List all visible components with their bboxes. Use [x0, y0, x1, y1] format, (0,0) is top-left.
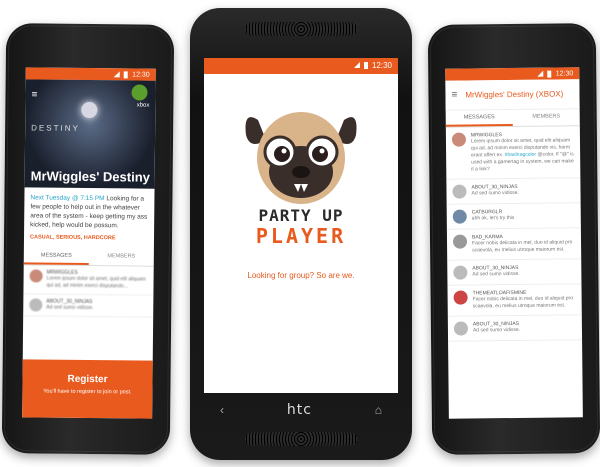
signal-icon [537, 70, 544, 77]
accent-strip [204, 72, 398, 74]
group-post: Next Tuesday @ 7:15 PM Looking for a few… [24, 187, 155, 249]
avatar [29, 269, 43, 283]
pug-logo-icon [245, 112, 357, 204]
right-phone: 12:30 ≡ MrWiggles' Destiny (XBOX) MESSAG… [427, 23, 600, 455]
left-phone: 12:30 ≡ xbox DESTINY MrWiggles' Destiny … [1, 23, 175, 455]
list-item: ABOUT_30_NINJAS Ad sed sumo vidisse. [447, 315, 583, 342]
message-text: Ad sed sumo vidisse. [471, 189, 519, 197]
tab-members[interactable]: MEMBERS [89, 249, 154, 266]
battery-icon [363, 61, 368, 69]
menu-icon[interactable]: ≡ [31, 89, 37, 100]
register-hint: You'll have to register to join or post. [43, 388, 132, 396]
back-icon[interactable]: ‹ [220, 403, 224, 417]
brand-logo: htc [286, 402, 312, 418]
left-screen: 12:30 ≡ xbox DESTINY MrWiggles' Destiny … [22, 67, 156, 419]
status-time: 12:30 [555, 69, 574, 78]
avatar [452, 209, 467, 224]
list-item: MRWIGGLES Lorem ipsum dolor sit amet, qu… [23, 265, 154, 296]
list-item: BAD_KARMA Facer nobis delicata in mel, du… [446, 228, 582, 261]
list-item: ABOUT_30_NINJAS Ad sed sumo vidisse. [447, 259, 582, 286]
battery-icon [124, 70, 129, 78]
message-text: Lorem ipsum dolor sit amet, quid elit al… [470, 137, 574, 173]
list-item: MRWIGGLES Lorem ipsum dolor sit amet, qu… [445, 126, 581, 180]
tab-bar: MESSAGES MEMBERS [445, 109, 580, 128]
tab-messages[interactable]: MESSAGES [445, 110, 513, 127]
status-time: 12:30 [371, 60, 392, 70]
app-bar: ≡ MrWiggles' Destiny (XBOX) [445, 79, 580, 111]
message-text: Facer nobis delicata in mel, duo id aliq… [472, 239, 573, 254]
right-screen: 12:30 ≡ MrWiggles' Destiny (XBOX) MESSAG… [445, 67, 583, 419]
message-text: ahh ok, let's try this [471, 214, 515, 222]
message-text: Ad sed sumo vidisse. [46, 304, 94, 312]
xbox-logo-icon [131, 84, 148, 101]
avatar [452, 234, 468, 249]
tab-messages[interactable]: MESSAGES [23, 248, 89, 266]
status-time: 12:30 [132, 70, 150, 79]
message-text: Facer nobis delicata in mel, duo id aliq… [472, 295, 574, 310]
list-item: ABOUT_30_NINJAS Ad sed sumo vidisse. [23, 294, 154, 318]
home-icon[interactable]: ⌂ [375, 403, 382, 417]
game-title: DESTINY [31, 123, 80, 133]
avatar [452, 184, 467, 199]
status-bar: 12:30 [204, 58, 398, 72]
register-button[interactable]: Register [22, 373, 152, 385]
list-item: THEMEATLOAFISMINE Facer nobis delicata in… [447, 284, 582, 317]
group-title: MrWiggles' Destiny [30, 168, 151, 185]
battery-icon [547, 70, 552, 78]
nav-bar: ‹ htc ⌂ [220, 400, 382, 420]
hashtag-link[interactable]: #hashtagcolor [505, 152, 536, 158]
tags: CASUAL, SERIOUS, HARDCORE [29, 234, 116, 242]
menu-icon[interactable]: ≡ [451, 90, 457, 101]
signal-icon [353, 62, 360, 68]
top-speaker [245, 22, 357, 36]
page-title: MrWiggles' Destiny (XBOX) [465, 89, 564, 100]
message-text: Ad sed sumo vidisse. [472, 270, 520, 278]
splash-screen: 12:30 PARTY UP PLAYER Looking for group?… [204, 58, 398, 393]
list-item: CATBURGLR ahh ok, let's try this [446, 203, 581, 230]
avatar [453, 265, 468, 280]
middle-phone: 12:30 PARTY UP PLAYER Looking for group?… [190, 8, 412, 460]
bottom-speaker [245, 432, 357, 446]
ghost-orb-icon [81, 101, 98, 119]
signal-icon [114, 71, 121, 78]
register-panel: Register You'll have to register to join… [22, 359, 153, 419]
platform-label: xbox [136, 102, 150, 109]
list-item: ABOUT_30_NINJAS Ad sed sumo vidisse. [446, 178, 581, 205]
message-text: Lorem ipsum dolor sit amet, quid elit al… [46, 275, 146, 290]
event-time: Next Tuesday @ 7:15 PM [30, 194, 105, 203]
message-text: Ad sed sumo vidisse. [472, 326, 521, 334]
tagline: Looking for group? So are we. [247, 271, 355, 280]
logo-line-2: PLAYER [255, 224, 347, 248]
tab-members[interactable]: MEMBERS [513, 109, 580, 126]
logo-line-1: PARTY UP [258, 206, 344, 225]
avatar [29, 298, 43, 312]
avatar [451, 132, 467, 147]
group-hero: ≡ xbox DESTINY MrWiggles' Destiny [24, 79, 156, 189]
avatar [453, 290, 468, 305]
tab-bar: MESSAGES MEMBERS [23, 248, 154, 267]
avatar [453, 321, 469, 336]
